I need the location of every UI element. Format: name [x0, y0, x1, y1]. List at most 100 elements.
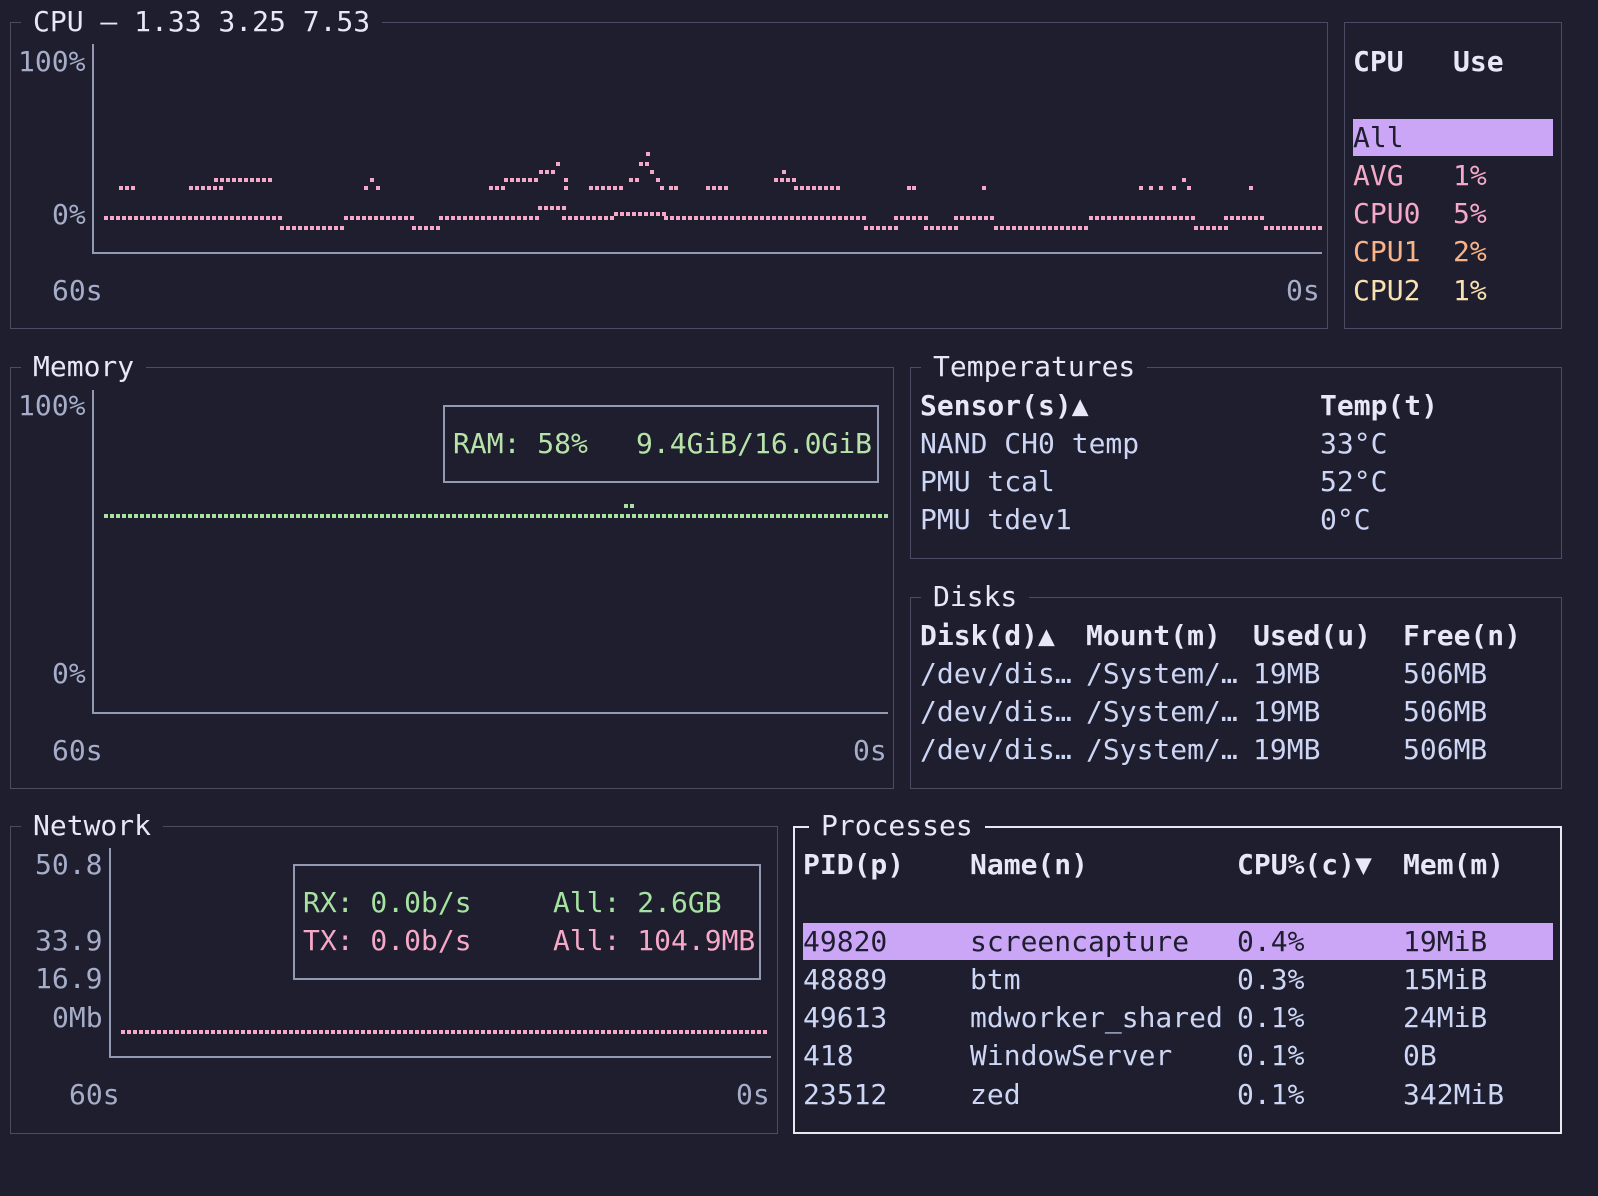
graph-dot: [368, 514, 372, 518]
cpu-legend-all[interactable]: All: [1353, 119, 1404, 157]
disk-col-free[interactable]: Free(n): [1403, 617, 1521, 655]
cpu-legend-cpu2-name[interactable]: CPU2: [1353, 272, 1420, 310]
cpu-x-left-label: 60s: [52, 274, 103, 307]
graph-dot: [434, 514, 438, 518]
graph-dot: [181, 1030, 185, 1034]
process-pid[interactable]: 23512: [803, 1076, 887, 1114]
process-name[interactable]: WindowServer: [970, 1037, 1172, 1075]
graph-dot: [176, 514, 180, 518]
graph-dot: [334, 226, 338, 230]
graph-dot: [495, 186, 499, 190]
process-cpu[interactable]: 0.4%: [1237, 923, 1304, 961]
graph-dot: [1224, 216, 1228, 220]
cpu-title: CPU — 1.33 3.25 7.53: [21, 2, 383, 42]
disk-col-used[interactable]: Used(u): [1253, 617, 1371, 655]
graph-dot: [370, 178, 374, 182]
graph-dot: [427, 1030, 431, 1034]
graph-dot: [562, 216, 566, 220]
graph-dot: [511, 1030, 515, 1034]
process-cpu[interactable]: 0.1%: [1237, 999, 1304, 1037]
graph-dot: [1095, 216, 1099, 220]
process-cpu[interactable]: 0.1%: [1237, 1037, 1304, 1075]
graph-dot: [635, 178, 639, 182]
graph-dot: [637, 1030, 641, 1034]
graph-dot: [656, 178, 660, 182]
graph-dot: [709, 1030, 713, 1034]
graph-dot: [451, 1030, 455, 1034]
graph-dot: [673, 1030, 677, 1034]
graph-dot: [1230, 216, 1234, 220]
process-mem[interactable]: 19MiB: [1403, 923, 1487, 961]
graph-dot: [182, 216, 186, 220]
process-mem[interactable]: 24MiB: [1403, 999, 1487, 1037]
graph-dot: [487, 216, 491, 220]
temp-col-temp[interactable]: Temp(t): [1320, 387, 1438, 425]
cpu-legend-cpu1-name[interactable]: CPU1: [1353, 233, 1420, 271]
process-name[interactable]: btm: [970, 961, 1021, 999]
graph-dot: [1072, 226, 1076, 230]
graph-dot: [1276, 226, 1280, 230]
disk-row-disk: /dev/dis…: [920, 733, 1072, 766]
disk-col-disk[interactable]: Disk(d)▲: [920, 617, 1055, 655]
graph-dot: [235, 1030, 239, 1034]
process-name[interactable]: zed: [970, 1076, 1021, 1114]
network-y-label: 33.9: [35, 924, 103, 957]
cpu-chart-area: [92, 44, 1322, 254]
graph-dot: [638, 514, 642, 518]
graph-dot: [199, 1030, 203, 1034]
process-pid[interactable]: 48889: [803, 961, 887, 999]
graph-dot: [1248, 216, 1252, 220]
graph-dot: [256, 178, 260, 182]
disk-row-disk: /dev/dis…: [920, 657, 1072, 690]
graph-dot: [451, 216, 455, 220]
graph-dot: [854, 514, 858, 518]
graph-dot: [990, 216, 994, 220]
graph-dot: [924, 216, 928, 220]
process-col-mem[interactable]: Mem(m): [1403, 846, 1504, 884]
graph-dot: [475, 1030, 479, 1034]
graph-dot: [832, 216, 836, 220]
graph-dot: [541, 1030, 545, 1034]
graph-dot: [250, 178, 254, 182]
cpu-legend-cpu0-name[interactable]: CPU0: [1353, 195, 1420, 233]
process-col-pid[interactable]: PID(p): [803, 846, 904, 884]
graph-dot: [415, 1030, 419, 1034]
process-mem[interactable]: 342MiB: [1403, 1076, 1504, 1114]
graph-dot: [536, 514, 540, 518]
network-tx-total: All: 104.9MB: [553, 924, 756, 957]
process-cpu[interactable]: 0.3%: [1237, 961, 1304, 999]
graph-dot: [866, 514, 870, 518]
graph-dot: [646, 152, 650, 156]
process-mem[interactable]: 15MiB: [1403, 961, 1487, 999]
process-cpu[interactable]: 0.1%: [1237, 1076, 1304, 1114]
process-name[interactable]: screencapture: [970, 923, 1189, 961]
graph-dot: [337, 1030, 341, 1034]
graph-dot: [1137, 216, 1141, 220]
process-pid[interactable]: 49613: [803, 999, 887, 1037]
process-name[interactable]: mdworker_shared: [970, 999, 1223, 1037]
graph-dot: [122, 216, 126, 220]
graph-dot: [844, 216, 848, 220]
process-pid[interactable]: 418: [803, 1037, 854, 1075]
process-pid[interactable]: 49820: [803, 923, 887, 961]
disk-col-mount[interactable]: Mount(m): [1086, 617, 1221, 655]
graph-dot: [131, 186, 135, 190]
graph-dot: [133, 1030, 137, 1034]
graph-dot: [361, 1030, 365, 1034]
disk-row-mount: /System/…: [1086, 657, 1238, 690]
graph-dot: [1172, 186, 1176, 190]
graph-dot: [236, 216, 240, 220]
graph-dot: [266, 514, 270, 518]
process-col-cpu[interactable]: CPU%(c)▼: [1237, 846, 1372, 884]
process-col-name[interactable]: Name(n): [970, 846, 1088, 884]
graph-dot: [241, 1030, 245, 1034]
network-y-label: 0Mb: [52, 1001, 103, 1034]
graph-dot: [718, 186, 722, 190]
cpu-legend-avg-name[interactable]: AVG: [1353, 157, 1404, 195]
graph-dot: [481, 216, 485, 220]
process-mem[interactable]: 0B: [1403, 1037, 1437, 1075]
graph-dot: [506, 514, 510, 518]
graph-dot: [584, 514, 588, 518]
temp-col-sensor[interactable]: Sensor(s)▲: [920, 387, 1089, 425]
cpu-legend-cpu1-use: 2%: [1453, 235, 1487, 268]
